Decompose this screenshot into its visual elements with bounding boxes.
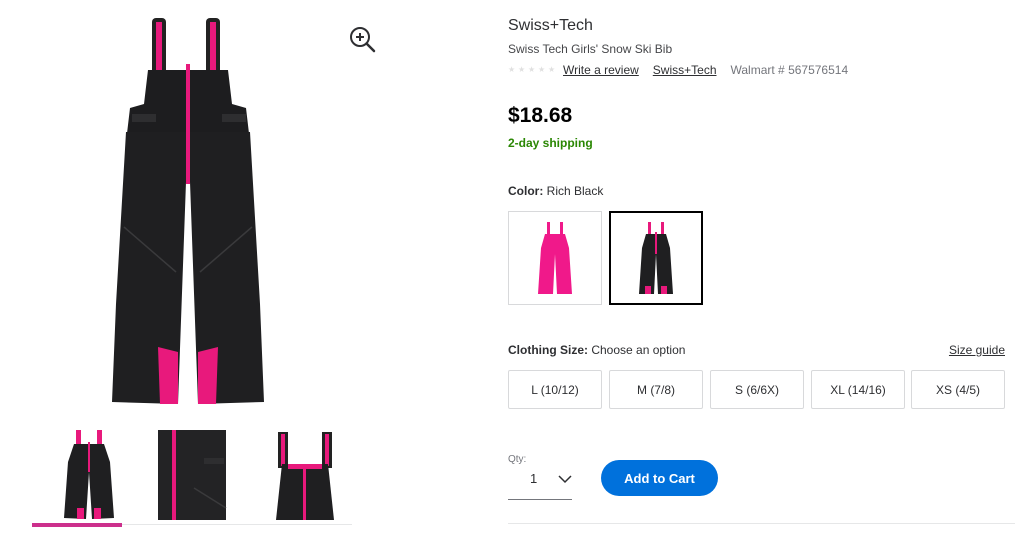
size-option-m[interactable]: M (7/8): [609, 370, 703, 409]
size-option-l[interactable]: L (10/12): [508, 370, 602, 409]
main-product-image: [88, 12, 288, 410]
star-icon: ★: [538, 65, 546, 74]
brand-link[interactable]: Swiss+Tech: [653, 63, 717, 77]
zoom-in-icon[interactable]: [347, 24, 377, 54]
add-to-cart-button[interactable]: Add to Cart: [601, 460, 718, 496]
color-label-title: Color:: [508, 184, 544, 198]
qty-label: Qty:: [508, 454, 527, 465]
product-title: Swiss Tech Girls' Snow Ski Bib: [508, 42, 673, 56]
size-option-xs[interactable]: XS (4/5): [911, 370, 1005, 409]
thumbnail-zipper-detail[interactable]: [154, 428, 228, 522]
color-swatch-rich-black[interactable]: [609, 211, 703, 305]
thumbnail-top-detail[interactable]: [268, 428, 342, 522]
divider: [508, 523, 1015, 524]
size-prompt: Choose an option: [591, 343, 686, 357]
walmart-number: Walmart # 567576514: [730, 63, 849, 77]
selected-color: Rich Black: [546, 184, 604, 198]
star-icon: ★: [528, 65, 536, 74]
size-guide-link[interactable]: Size guide: [949, 343, 1005, 357]
star-icon: ★: [548, 65, 556, 74]
star-icon: ★: [518, 65, 526, 74]
color-label: Color: Rich Black: [508, 184, 603, 198]
brand-name: Swiss+Tech: [508, 17, 593, 34]
write-review-link[interactable]: Write a review: [563, 63, 639, 77]
size-label-title: Clothing Size:: [508, 343, 588, 357]
size-option-s[interactable]: S (6/6X): [710, 370, 804, 409]
quantity-value: 1: [530, 471, 538, 486]
rating-stars: ★ ★ ★ ★ ★: [508, 66, 556, 74]
color-swatch-pink[interactable]: [508, 211, 602, 305]
shipping-badge: 2-day shipping: [508, 136, 593, 150]
star-icon: ★: [508, 65, 516, 74]
thumbnail-front[interactable]: [52, 428, 126, 522]
quantity-select[interactable]: 1: [508, 466, 572, 500]
size-option-xl[interactable]: XL (14/16): [811, 370, 905, 409]
size-label: Clothing Size: Choose an option: [508, 343, 685, 357]
product-meta-row: ★ ★ ★ ★ ★ Write a review Swiss+Tech Walm…: [508, 62, 848, 78]
price: $18.68: [508, 104, 573, 127]
chevron-down-icon: [558, 475, 572, 484]
active-thumbnail-indicator: [32, 523, 122, 527]
